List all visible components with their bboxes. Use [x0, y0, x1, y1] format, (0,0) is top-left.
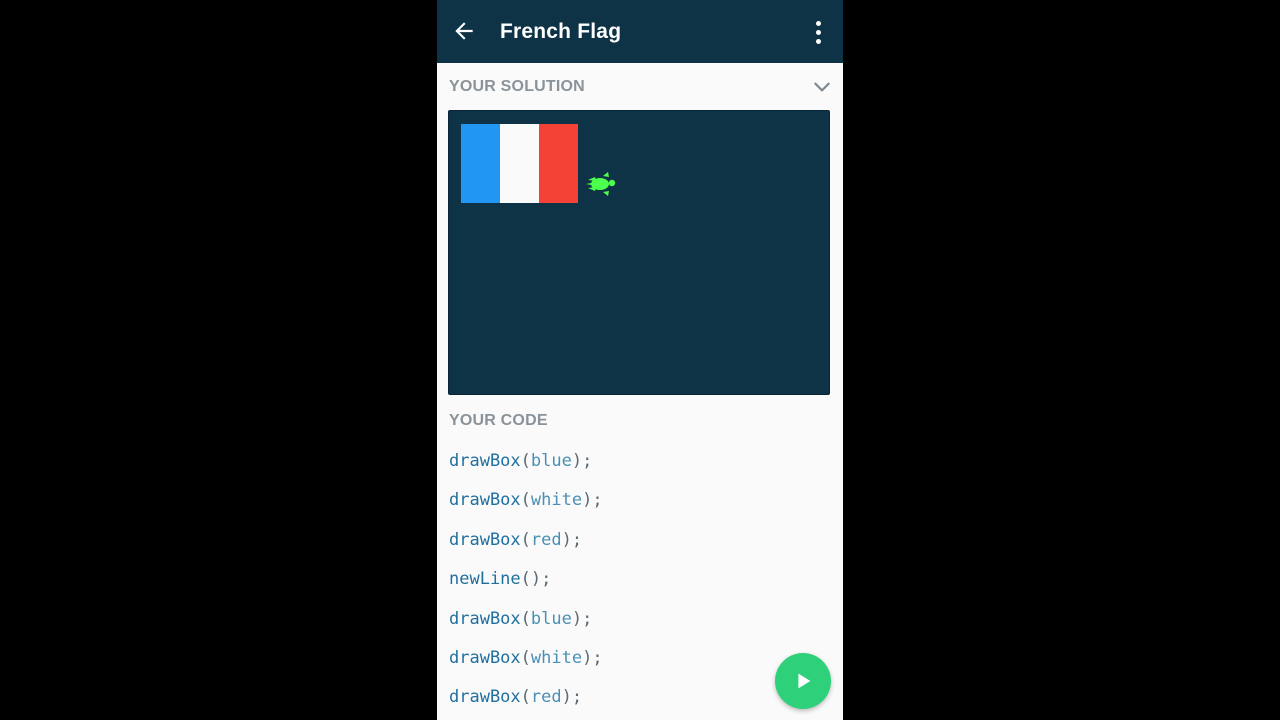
solution-canvas — [448, 110, 830, 395]
code-argument: white — [530, 648, 583, 668]
solution-section-label: YOUR SOLUTION — [449, 78, 585, 95]
code-argument: red — [530, 530, 562, 550]
page-title: French Flag — [500, 20, 622, 43]
play-icon — [798, 673, 811, 689]
app-screen: French Flag YOUR SOLUTION YOUR CODE draw… — [437, 0, 843, 720]
overflow-menu-button[interactable] — [803, 14, 833, 50]
code-section-label: YOUR CODE — [449, 412, 548, 429]
code-function-name: drawBox — [449, 530, 521, 550]
code-argument: white — [530, 490, 583, 510]
code-line[interactable]: newLine(); — [449, 569, 551, 589]
run-button[interactable] — [775, 653, 831, 709]
code-argument: blue — [530, 451, 572, 471]
code-function-name: newLine — [449, 569, 521, 589]
code-line[interactable]: drawBox(white); — [449, 648, 603, 668]
chevron-down-icon — [814, 82, 830, 92]
code-function-name: drawBox — [449, 609, 521, 629]
code-line[interactable]: drawBox(white); — [449, 490, 603, 510]
collapse-solution-button[interactable] — [811, 76, 833, 98]
code-line[interactable]: drawBox(blue); — [449, 451, 592, 471]
code-line[interactable]: drawBox(red); — [449, 530, 582, 550]
turtle-icon — [586, 172, 616, 196]
blue-box — [461, 124, 500, 203]
code-function-name: drawBox — [449, 490, 521, 510]
red-box — [539, 124, 578, 203]
code-line[interactable]: drawBox(red); — [449, 687, 582, 707]
code-function-name: drawBox — [449, 687, 521, 707]
app-bar: French Flag — [437, 0, 843, 63]
code-line[interactable]: drawBox(blue); — [449, 609, 592, 629]
white-box — [500, 124, 539, 203]
more-vertical-icon — [815, 20, 821, 26]
code-argument: blue — [530, 609, 572, 629]
code-argument: red — [530, 687, 562, 707]
arrow-left-icon — [455, 22, 473, 40]
code-function-name: drawBox — [449, 648, 521, 668]
back-button[interactable] — [447, 14, 481, 48]
code-function-name: drawBox — [449, 451, 521, 471]
